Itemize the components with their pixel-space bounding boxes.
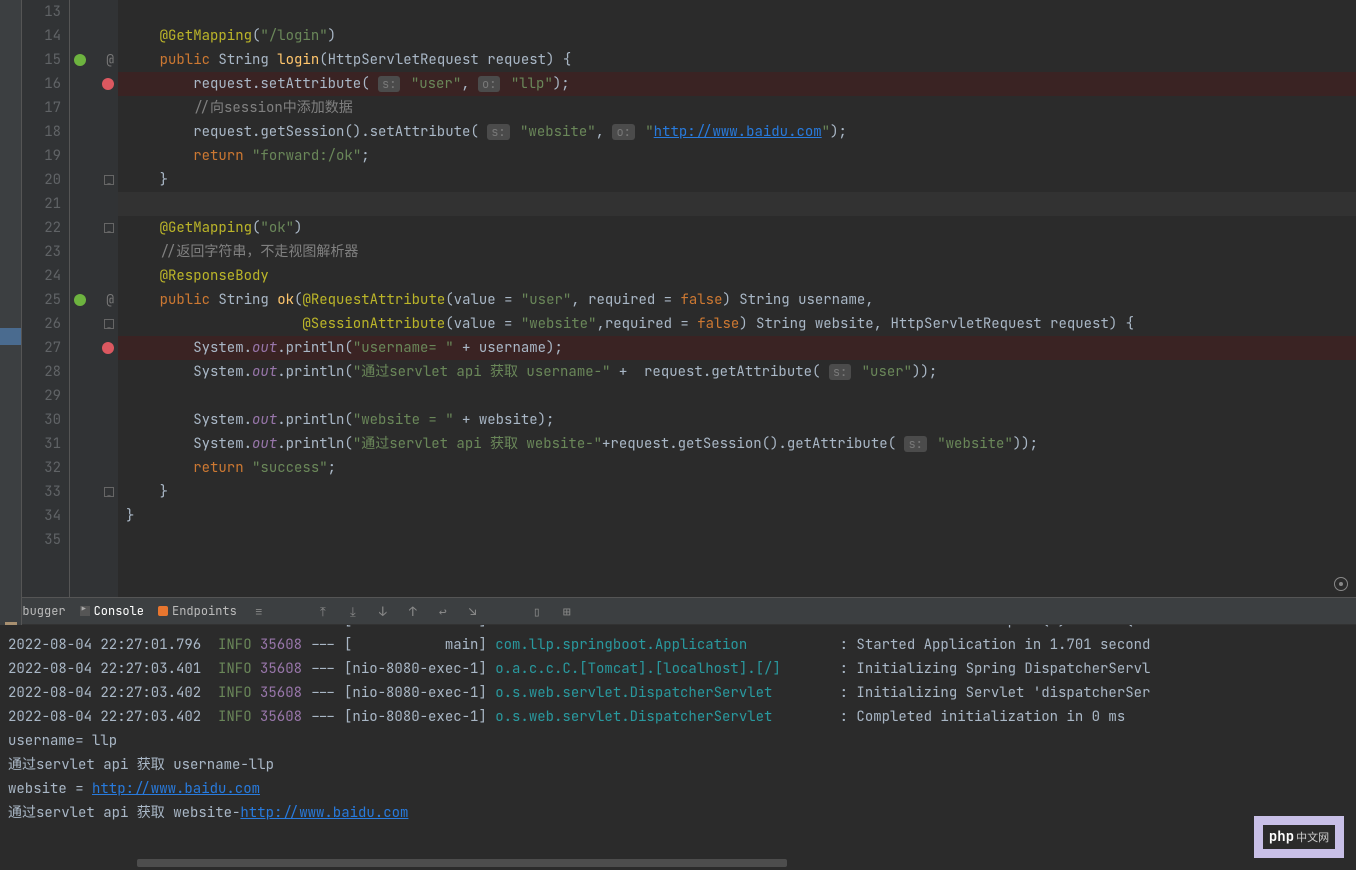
export-icon[interactable]: ↓ — [375, 603, 391, 619]
console-link[interactable]: http://www.baidu.com — [240, 804, 408, 822]
up-icon[interactable]: ⤒ — [315, 603, 331, 619]
filter-icon[interactable]: ≡ — [251, 603, 267, 619]
line-number[interactable]: 27 — [22, 336, 61, 360]
down-icon[interactable]: ⤓ — [345, 603, 361, 619]
line-number[interactable]: 32 — [22, 456, 61, 480]
line-number[interactable]: 16 — [22, 72, 61, 96]
spring-icon[interactable] — [74, 54, 86, 66]
tab-console[interactable]: Console — [80, 603, 144, 619]
console-output[interactable]: 2022-08-04 22:27:01.788 INFO 35608 --- [… — [0, 625, 1356, 870]
line-number[interactable]: 14 — [22, 24, 61, 48]
console-link[interactable]: http://www.baidu.com — [92, 780, 260, 798]
fold-icon[interactable] — [104, 319, 114, 329]
import-icon[interactable]: ↑ — [405, 603, 421, 619]
spring-icon[interactable] — [74, 294, 86, 306]
line-number[interactable]: 15 — [22, 48, 61, 72]
code-editor: 13 14 15 16 17 18 19 20 21 22 23 24 25 2… — [0, 0, 1356, 597]
line-number[interactable]: 26 — [22, 312, 61, 336]
breakpoint-icon[interactable] — [102, 342, 114, 354]
fold-icon[interactable] — [104, 175, 114, 185]
line-number[interactable]: 19 — [22, 144, 61, 168]
marker-gutter[interactable]: @ @ — [70, 0, 118, 597]
breakpoint-icon[interactable] — [102, 78, 114, 90]
watermark-badge: php中文网 — [1254, 816, 1344, 858]
line-number[interactable]: 21 — [22, 192, 61, 216]
layout-icon[interactable]: ▯ — [529, 603, 545, 619]
line-number[interactable]: 20 — [22, 168, 61, 192]
scroll-marker — [0, 328, 21, 345]
console-line: username= llp — [8, 729, 1348, 753]
line-number[interactable]: 25 — [22, 288, 61, 312]
code-content[interactable]: @GetMapping("/login") public String logi… — [118, 0, 1356, 597]
line-number-gutter[interactable]: 13 14 15 16 17 18 19 20 21 22 23 24 25 2… — [22, 0, 70, 597]
fold-icon[interactable] — [104, 487, 114, 497]
console-line: 通过servlet api 获取 username-llp — [8, 753, 1348, 777]
line-number[interactable]: 29 — [22, 384, 61, 408]
line-number[interactable]: 30 — [22, 408, 61, 432]
line-number[interactable]: 28 — [22, 360, 61, 384]
line-number[interactable]: 18 — [22, 120, 61, 144]
wrap-icon[interactable]: ↩ — [435, 603, 451, 619]
line-number[interactable]: 24 — [22, 264, 61, 288]
endpoints-icon — [158, 606, 168, 616]
crosshair-icon[interactable] — [1334, 577, 1348, 591]
tab-endpoints[interactable]: Endpoints — [158, 603, 237, 619]
line-number[interactable]: 35 — [22, 528, 61, 552]
scroll-end-icon[interactable]: ↘ — [465, 603, 481, 619]
override-icon[interactable]: @ — [106, 288, 114, 312]
line-number[interactable]: 33 — [22, 480, 61, 504]
override-icon[interactable]: @ — [106, 48, 114, 72]
line-number[interactable]: 17 — [22, 96, 61, 120]
line-number[interactable]: 13 — [22, 0, 61, 24]
line-number[interactable]: 22 — [22, 216, 61, 240]
line-number[interactable]: 31 — [22, 432, 61, 456]
debug-toolbar: Debugger Console Endpoints ≡ ⤒ ⤓ ↓ ↑ ↩ ↘… — [0, 597, 1356, 625]
line-number[interactable]: 34 — [22, 504, 61, 528]
line-number[interactable]: 23 — [22, 240, 61, 264]
settings-icon[interactable]: ⊞ — [559, 603, 575, 619]
horizontal-scrollbar[interactable] — [137, 859, 787, 867]
fold-icon[interactable] — [104, 223, 114, 233]
console-icon — [80, 606, 90, 616]
